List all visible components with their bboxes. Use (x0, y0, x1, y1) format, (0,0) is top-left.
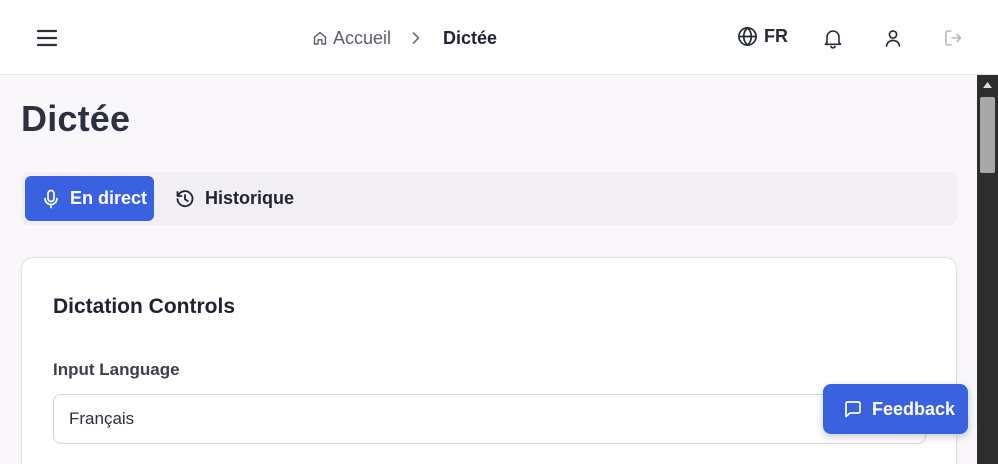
tab-bar: En direct Historique (21, 172, 957, 225)
tab-history[interactable]: Historique (171, 176, 294, 221)
dictation-controls-card: Dictation Controls Input Language França… (21, 257, 957, 464)
feedback-label: Feedback (872, 398, 956, 419)
scrollbar-thumb[interactable] (980, 97, 995, 173)
caret-up-icon (983, 81, 992, 88)
input-language-label: Input Language (53, 360, 180, 379)
history-icon (176, 189, 194, 207)
tab-history-label: Historique (205, 188, 295, 208)
menu-icon (36, 29, 58, 47)
input-language-select[interactable]: Français (53, 394, 926, 444)
message-square-icon (845, 401, 861, 418)
user-profile-button[interactable] (881, 26, 905, 50)
logout-button[interactable] (941, 26, 965, 50)
top-bar: Accueil Dictée FR (0, 0, 998, 75)
tab-live[interactable]: En direct (25, 176, 154, 221)
logout-icon (945, 30, 962, 46)
breadcrumb-home-link[interactable]: Accueil (312, 28, 391, 49)
chevron-right-icon (412, 32, 420, 44)
input-language-value: Français (69, 409, 135, 428)
microphone-icon (44, 189, 58, 208)
breadcrumb-home-label: Accueil (333, 27, 392, 48)
breadcrumb: Accueil Dictée (312, 26, 497, 50)
page-scrollbar[interactable] (977, 75, 998, 464)
scrollbar-up-arrow[interactable] (977, 75, 998, 94)
menu-button[interactable] (34, 25, 60, 51)
breadcrumb-separator (411, 31, 421, 45)
notifications-button[interactable] (821, 26, 845, 50)
tab-live-label: En direct (70, 188, 148, 208)
language-selector-button[interactable]: FR (737, 26, 788, 47)
globe-icon (738, 26, 757, 47)
card-title: Dictation Controls (53, 295, 235, 318)
home-icon (313, 31, 327, 45)
language-code: FR (764, 26, 788, 46)
page-title: Dictée (21, 98, 131, 139)
user-icon (885, 30, 901, 47)
feedback-button[interactable]: Feedback (823, 384, 968, 434)
bell-icon (824, 29, 842, 49)
breadcrumb-current: Dictée (443, 27, 498, 48)
